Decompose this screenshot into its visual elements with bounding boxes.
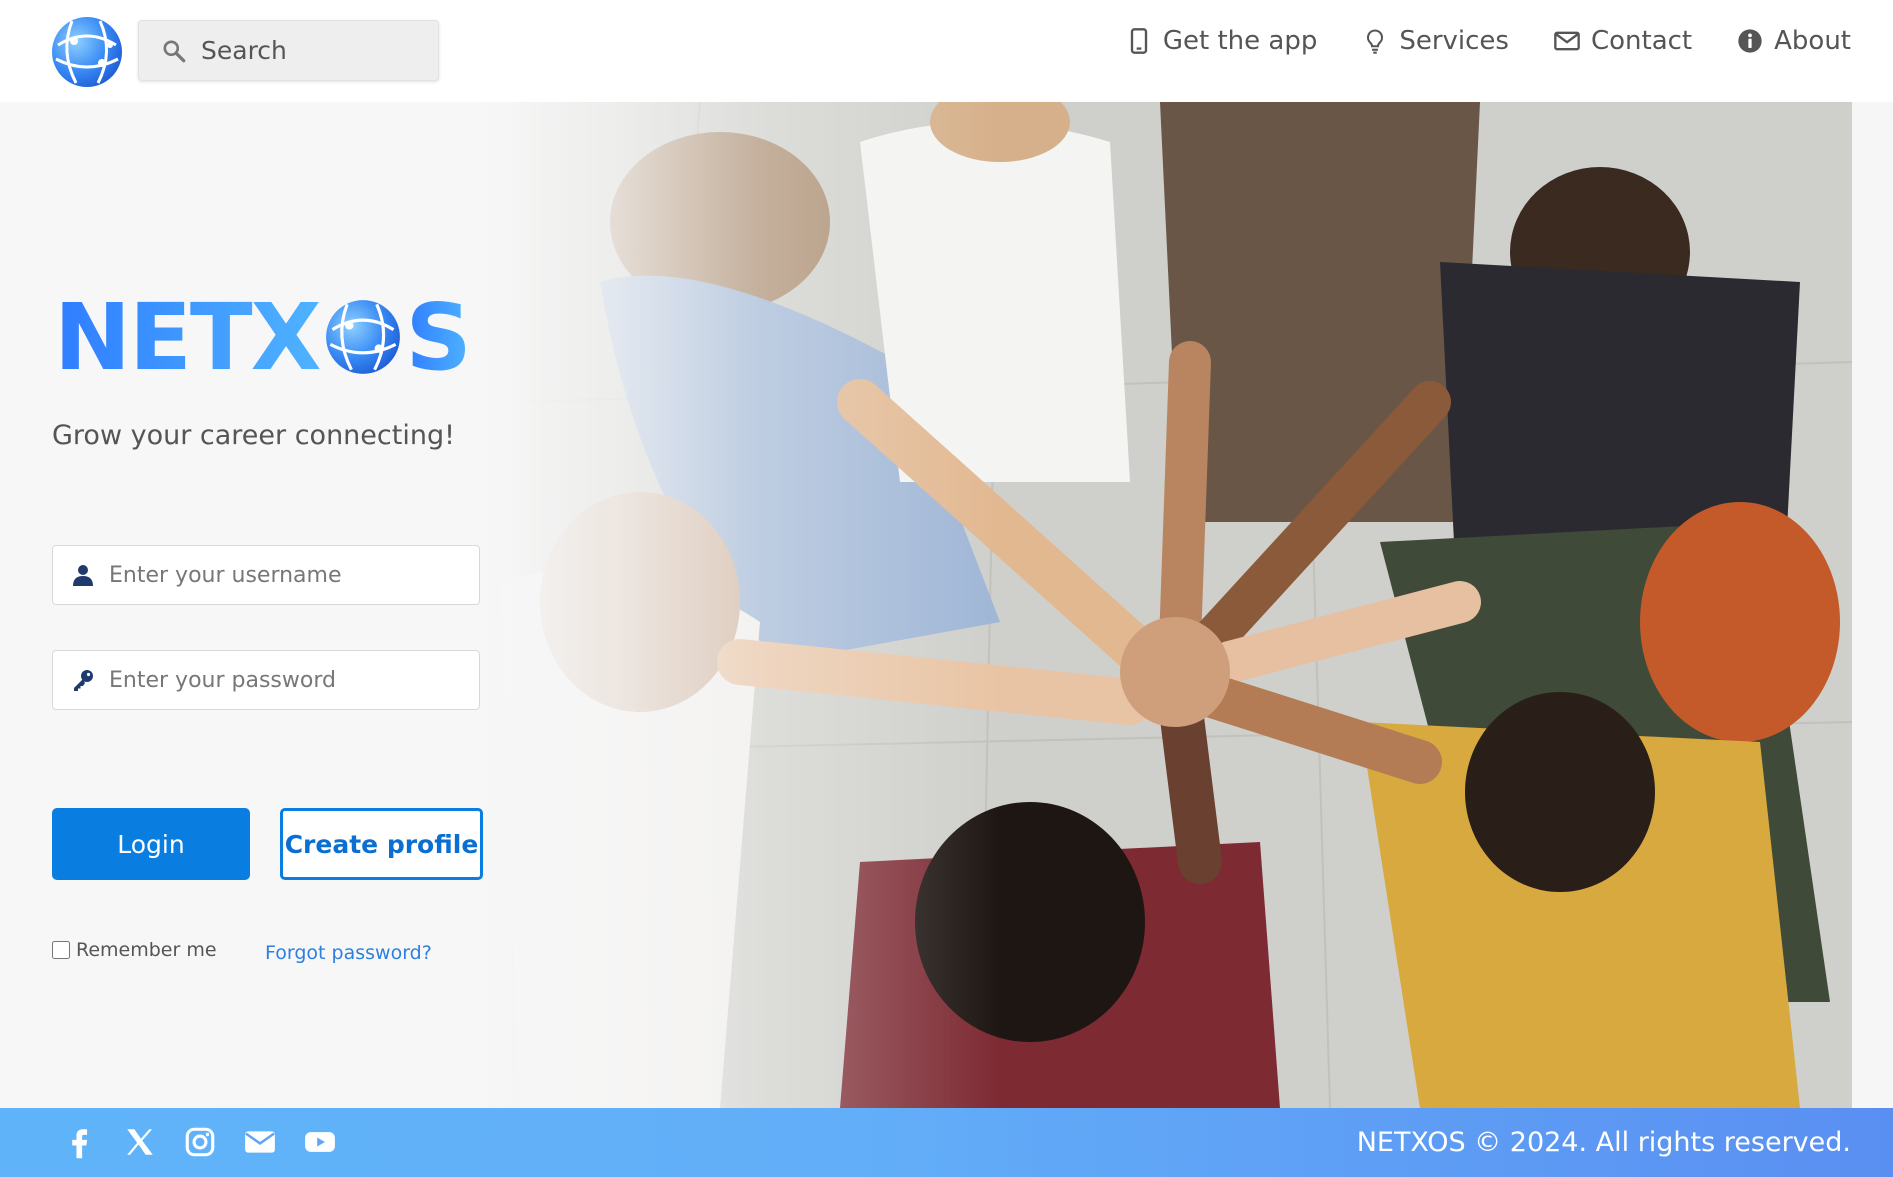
nav-label: Services: [1399, 26, 1509, 56]
instagram-icon[interactable]: [182, 1125, 218, 1159]
info-icon: [1738, 29, 1762, 53]
remember-me[interactable]: Remember me: [52, 939, 217, 961]
lightbulb-icon: [1367, 29, 1384, 54]
password-field[interactable]: [52, 650, 480, 710]
phone-icon: [1130, 28, 1148, 54]
facebook-icon[interactable]: [62, 1125, 98, 1159]
nav-label: About: [1774, 26, 1851, 56]
x-twitter-icon[interactable]: [122, 1125, 158, 1159]
nav-about[interactable]: About: [1736, 26, 1851, 56]
search-icon: [163, 39, 186, 62]
brand-logo: NETX S: [54, 282, 472, 392]
login-button[interactable]: Login: [52, 808, 250, 880]
brand-text-left: NETX: [54, 283, 322, 391]
email-icon[interactable]: [242, 1125, 278, 1159]
brand-text-right: S: [405, 283, 472, 391]
site-footer: NETXOS © 2024. All rights reserved.: [0, 1108, 1893, 1177]
hero-section: NETX S Grow your career connecting! Ente…: [0, 102, 1893, 1108]
remember-me-checkbox[interactable]: [52, 941, 70, 959]
globe-network-icon: [325, 300, 400, 374]
create-profile-button[interactable]: Create profile: [280, 808, 483, 880]
user-icon: [73, 565, 93, 586]
globe-network-icon[interactable]: [50, 15, 124, 89]
nav-contact[interactable]: Contact: [1553, 26, 1692, 56]
youtube-icon[interactable]: [302, 1125, 338, 1159]
social-links: [62, 1125, 338, 1159]
username-field[interactable]: [52, 545, 480, 605]
nav-services[interactable]: Services: [1361, 26, 1509, 56]
copyright-text: NETXOS © 2024. All rights reserved.: [1356, 1127, 1851, 1158]
envelope-icon: [1554, 31, 1580, 51]
search-input[interactable]: [201, 36, 421, 65]
nav-get-the-app[interactable]: Get the app: [1125, 26, 1317, 56]
nav-label: Get the app: [1162, 26, 1318, 56]
nav-label: Contact: [1590, 26, 1693, 56]
top-header: Get the app Services Contact About: [0, 0, 1893, 102]
username-input[interactable]: [109, 562, 469, 588]
key-icon: [74, 670, 93, 691]
main-nav: Get the app Services Contact About: [1125, 26, 1851, 56]
forgot-password-link[interactable]: Forgot password?: [265, 942, 432, 964]
password-input[interactable]: [109, 667, 469, 693]
tagline: Grow your career connecting!: [52, 420, 455, 451]
search-box[interactable]: [138, 20, 439, 81]
remember-me-label: Remember me: [76, 939, 217, 961]
